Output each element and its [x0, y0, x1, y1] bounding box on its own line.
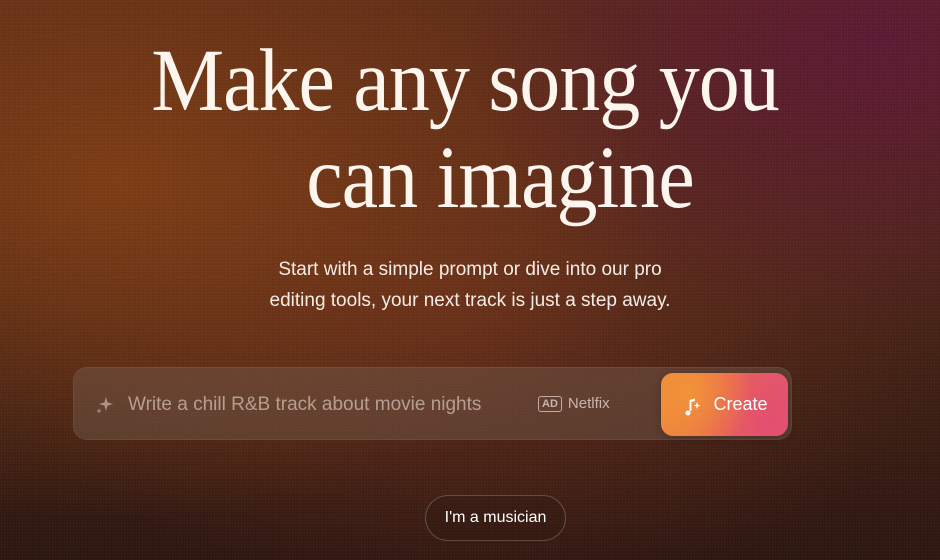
hero-headline: Make any song you can imagine	[0, 30, 940, 227]
subtitle-line-1: Start with a simple prompt or dive into …	[278, 259, 662, 280]
musician-button[interactable]: I'm a musician	[425, 495, 566, 541]
prompt-bar: AD Netlfix Create	[73, 367, 792, 440]
song-prompt-input[interactable]	[128, 388, 538, 422]
headline-line-1: Make any song you	[151, 30, 780, 130]
create-label: Create	[713, 394, 768, 414]
subtitle-line-2: editing tools, your next track is just a…	[269, 290, 671, 311]
music-note-sparkle-icon	[681, 394, 703, 416]
hero-subtitle: Start with a simple prompt or dive into …	[0, 254, 940, 316]
sparkle-icon	[94, 394, 116, 416]
ad-label: Netlfix	[567, 395, 610, 412]
ad-badge: AD	[538, 395, 562, 412]
ad-suggestion[interactable]: AD Netlfix	[538, 395, 610, 412]
headline-line-2: can imagine	[306, 128, 694, 227]
create-button[interactable]: Create	[661, 373, 788, 436]
